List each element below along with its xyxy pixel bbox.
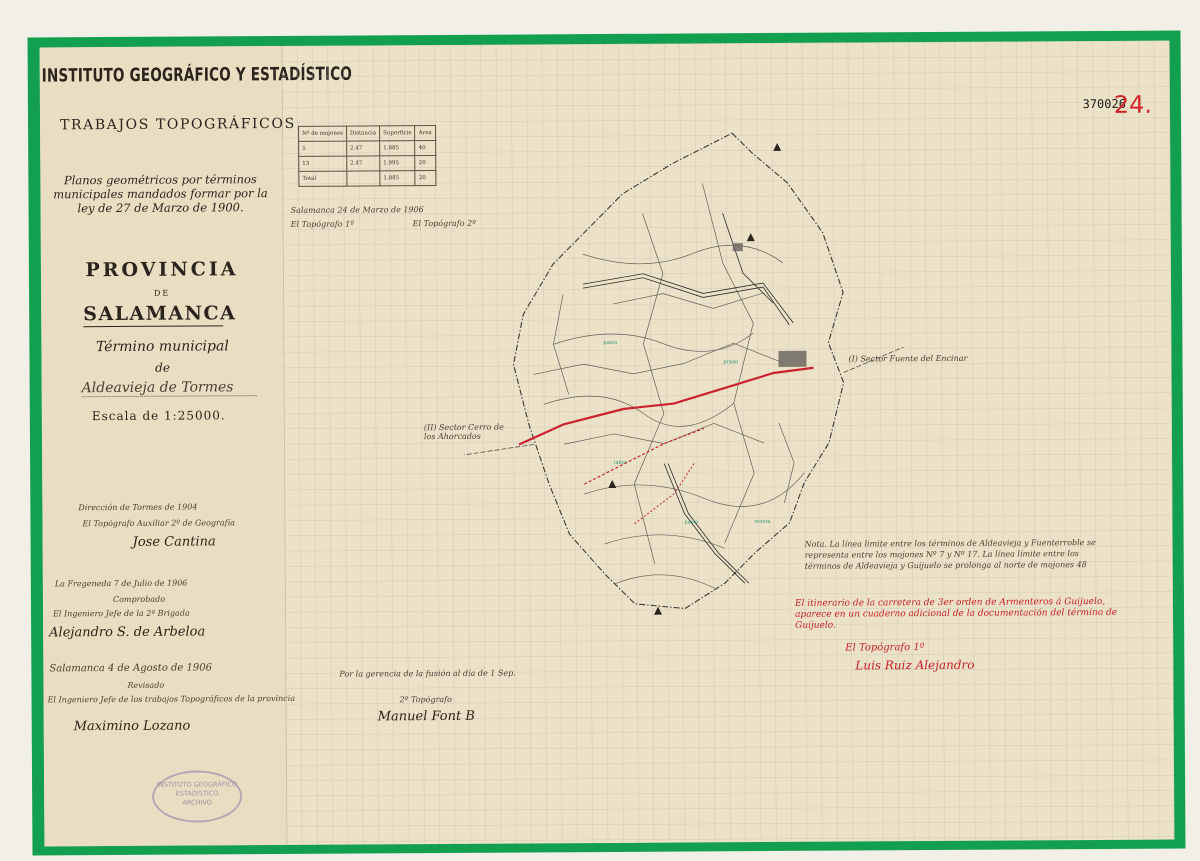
table-cell: 20 [415, 155, 436, 171]
pencil-signature: Manuel Font B [377, 708, 475, 725]
table-cell: Area [415, 125, 436, 141]
table-cell: 40 [415, 140, 436, 156]
title-panel: INSTITUTO GEOGRÁFICO Y ESTADÍSTICO TRABA… [39, 45, 352, 847]
note-chief-province: El Ingeniero Jefe de los trabajos Topogr… [47, 693, 296, 705]
svg-text:pasto: pasto [684, 519, 698, 525]
table-cell: 13 [298, 156, 347, 172]
signature-3: Maximino Lozano [73, 718, 191, 735]
svg-text:pasto: pasto [603, 340, 617, 346]
top-note-2: El Topógrafo 1º [290, 219, 354, 229]
table-cell: 1.885 [379, 140, 416, 156]
top-note-3: El Topógrafo 2º [412, 218, 476, 229]
table-cell: 1.885 [379, 170, 416, 186]
subtitle: TRABAJOS TOPOGRÁFICOS [60, 115, 296, 134]
map-frame: INSTITUTO GEOGRÁFICO Y ESTADÍSTICO TRABA… [27, 30, 1186, 856]
term-label: Término municipal [95, 338, 229, 356]
term-de: de [155, 360, 170, 375]
red-signature: Luis Ruiz Alejandro [855, 657, 975, 673]
table-cell: 20 [415, 170, 436, 186]
table-cell: 2.47 [346, 155, 380, 172]
map-sheet: INSTITUTO GEOGRÁFICO Y ESTADÍSTICO TRABA… [39, 40, 1175, 847]
table-cell [346, 170, 380, 187]
top-note: Salamanca 24 de Marzo de 1906 [290, 205, 424, 215]
table-row: 5 2.47 1.885 40 [298, 140, 436, 157]
red-sign-label: El Topógrafo 1º [845, 642, 925, 654]
left-label: (II) Sector Cerro de los Ahorcados [423, 422, 504, 442]
boundary-table: Nº de mojones Distancia Superficie Area 5 2.4… [298, 125, 436, 187]
note-chief-brigade: El Ingeniero Jefe de la 2ª Brigada [53, 608, 190, 619]
sheet-number: 24. [1113, 90, 1153, 119]
scale-label: Escala de 1:25000. [91, 408, 226, 424]
stamp-line-3: ARCHIVO [182, 798, 212, 807]
signature-1: Jose Cantina [132, 534, 216, 550]
table-cell: Nº de mojones [298, 126, 347, 142]
table-row: Total 1.885 20 [298, 170, 436, 187]
province-de: DE [153, 288, 171, 298]
note-revised: Revisado [127, 680, 165, 690]
village-block [732, 243, 743, 252]
black-note: Nota. La línea limite entre los términos… [804, 538, 1096, 571]
pencil-note: Por la gerencia de la fusión al día de 1… [339, 668, 516, 679]
note-checked: Comprobado [112, 594, 166, 605]
province-label: PROVINCIA [85, 258, 239, 282]
note-topographer: El Topógrafo Auxiliar 2º de Geografía [82, 518, 235, 529]
province-name: SALAMANCA [83, 302, 237, 328]
table-cell: Superficie [379, 125, 416, 141]
map-grid-area: pasto prado monte pasto labor Nº de mojo… [281, 40, 1175, 846]
signature-2: Alejandro S. de Arbeloa [49, 624, 206, 641]
pencil-sign: 2º Topógrafo [399, 694, 452, 705]
svg-text:monte: monte [754, 519, 770, 525]
table-cell: Distancia [346, 125, 380, 142]
note-place-date: La Fregeneda 7 de Julio de 1906 [54, 578, 188, 589]
table-cell: 5 [298, 141, 347, 157]
note-salamanca-date: Salamanca 4 de Agosto de 1906 [49, 662, 212, 675]
municipality-name: Aldeavieja de Tormes [81, 379, 257, 398]
table-cell: Total [298, 171, 347, 187]
right-label: (I) Sector Fuente del Encinar [848, 353, 968, 364]
table-cell: 1.995 [379, 155, 416, 171]
svg-text:labor: labor [614, 460, 628, 466]
table-row: Nº de mojones Distancia Superficie Area [298, 125, 436, 142]
archive-stamp: INSTITUTO GEOGRÁFICO ESTADÍSTICO ARCHIVO [151, 770, 243, 823]
stamp-line-1: INSTITUTO GEOGRÁFICO [157, 780, 238, 789]
svg-text:prado: prado [723, 359, 738, 365]
red-note: El itinerario de la carretera de 3er ord… [794, 596, 1118, 631]
note-survey-date: Dirección de Tormes de 1904 [78, 502, 198, 513]
table-cell: 2.47 [346, 140, 380, 157]
table-row: 13 2.47 1.995 20 [298, 155, 436, 172]
town-block [778, 350, 807, 367]
description: Planos geométricos por términos municipa… [53, 172, 268, 216]
